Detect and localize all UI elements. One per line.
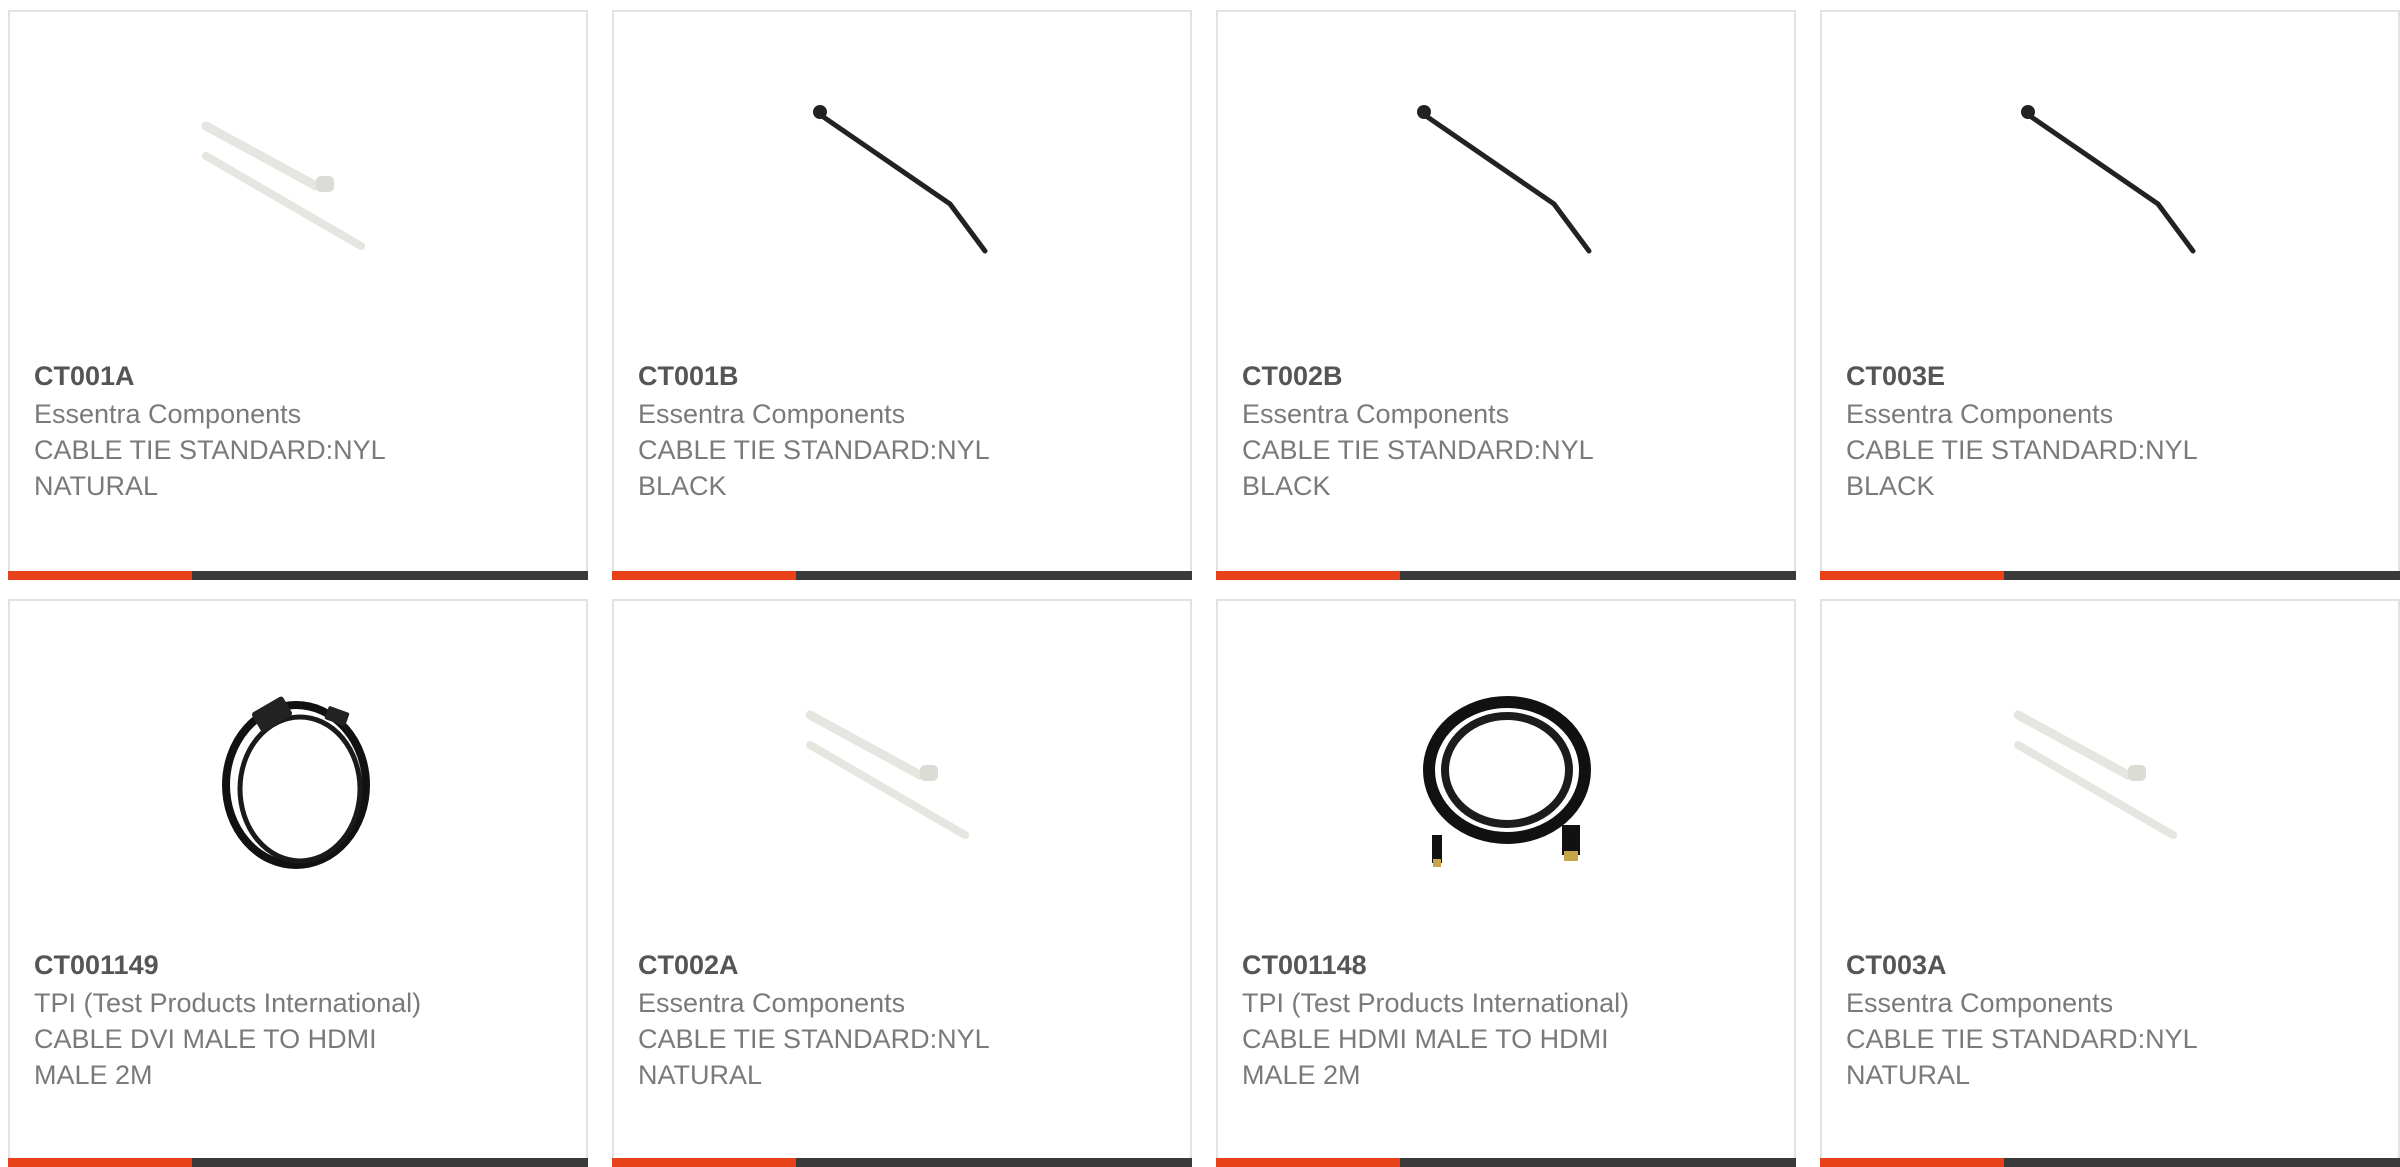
product-card[interactable]: CT002A Essentra Components CABLE TIE STA… — [612, 599, 1192, 1167]
cable-coil-hdmi-image — [1404, 675, 1610, 881]
product-card[interactable]: CT003E Essentra Components CABLE TIE STA… — [1820, 10, 2400, 580]
manufacturer: Essentra Components — [1242, 399, 1510, 429]
product-card[interactable]: CT003A Essentra Components CABLE TIE STA… — [1820, 599, 2400, 1167]
card-accent — [1216, 571, 1400, 580]
description: CABLE TIE STANDARD:NYL NATURAL — [34, 435, 386, 501]
cable-tie-natural-image — [196, 86, 402, 292]
manufacturer: Essentra Components — [638, 988, 906, 1018]
card-accent — [1820, 1158, 2004, 1167]
card-bottom-bar — [1216, 571, 1796, 580]
product-info: CT001149 TPI (Test Products Internationa… — [34, 947, 562, 1093]
cable-tie-natural-image — [2008, 675, 2214, 881]
card-bottom-bar — [1820, 571, 2400, 580]
part-number[interactable]: CT001148 — [1242, 947, 1770, 983]
card-accent — [8, 1158, 192, 1167]
manufacturer: Essentra Components — [1846, 399, 2114, 429]
description: CABLE TIE STANDARD:NYL BLACK — [1846, 435, 2198, 501]
manufacturer: Essentra Components — [638, 399, 906, 429]
product-info: CT001B Essentra Components CABLE TIE STA… — [638, 358, 1166, 504]
part-number[interactable]: CT002A — [638, 947, 1166, 983]
product-card[interactable]: CT001A Essentra Components CABLE TIE STA… — [8, 10, 588, 580]
card-accent — [612, 571, 796, 580]
card-accent — [1820, 571, 2004, 580]
product-grid: CT001A Essentra Components CABLE TIE STA… — [0, 0, 2400, 1167]
manufacturer: Essentra Components — [1846, 988, 2114, 1018]
product-card[interactable]: CT001149 TPI (Test Products Internationa… — [8, 599, 588, 1167]
product-card[interactable]: CT002B Essentra Components CABLE TIE STA… — [1216, 10, 1796, 580]
product-info: CT003A Essentra Components CABLE TIE STA… — [1846, 947, 2374, 1093]
card-bottom-bar — [8, 1158, 588, 1167]
part-number[interactable]: CT001149 — [34, 947, 562, 983]
part-number[interactable]: CT003E — [1846, 358, 2374, 394]
manufacturer: Essentra Components — [34, 399, 302, 429]
product-info: CT001A Essentra Components CABLE TIE STA… — [34, 358, 562, 504]
description: CABLE TIE STANDARD:NYL BLACK — [1242, 435, 1594, 501]
card-bottom-bar — [612, 571, 1192, 580]
description: CABLE HDMI MALE TO HDMI MALE 2M — [1242, 1024, 1609, 1090]
card-accent — [612, 1158, 796, 1167]
card-bottom-bar — [8, 571, 588, 580]
cable-coil-dvi-image — [196, 675, 402, 881]
part-number[interactable]: CT002B — [1242, 358, 1770, 394]
product-info: CT001148 TPI (Test Products Internationa… — [1242, 947, 1770, 1093]
card-accent — [1216, 1158, 1400, 1167]
description: CABLE TIE STANDARD:NYL NATURAL — [638, 1024, 990, 1090]
manufacturer: TPI (Test Products International) — [1242, 988, 1630, 1018]
description: CABLE TIE STANDARD:NYL BLACK — [638, 435, 990, 501]
card-bottom-bar — [1216, 1158, 1796, 1167]
product-info: CT002B Essentra Components CABLE TIE STA… — [1242, 358, 1770, 504]
card-bottom-bar — [1820, 1158, 2400, 1167]
cable-tie-black-image — [1404, 86, 1610, 292]
cable-tie-black-image — [800, 86, 1006, 292]
part-number[interactable]: CT001A — [34, 358, 562, 394]
description: CABLE DVI MALE TO HDMI MALE 2M — [34, 1024, 377, 1090]
cable-tie-natural-image — [800, 675, 1006, 881]
product-info: CT002A Essentra Components CABLE TIE STA… — [638, 947, 1166, 1093]
description: CABLE TIE STANDARD:NYL NATURAL — [1846, 1024, 2198, 1090]
product-info: CT003E Essentra Components CABLE TIE STA… — [1846, 358, 2374, 504]
card-accent — [8, 571, 192, 580]
part-number[interactable]: CT001B — [638, 358, 1166, 394]
card-bottom-bar — [612, 1158, 1192, 1167]
cable-tie-black-image — [2008, 86, 2214, 292]
product-card[interactable]: CT001B Essentra Components CABLE TIE STA… — [612, 10, 1192, 580]
part-number[interactable]: CT003A — [1846, 947, 2374, 983]
manufacturer: TPI (Test Products International) — [34, 988, 422, 1018]
product-card[interactable]: CT001148 TPI (Test Products Internationa… — [1216, 599, 1796, 1167]
